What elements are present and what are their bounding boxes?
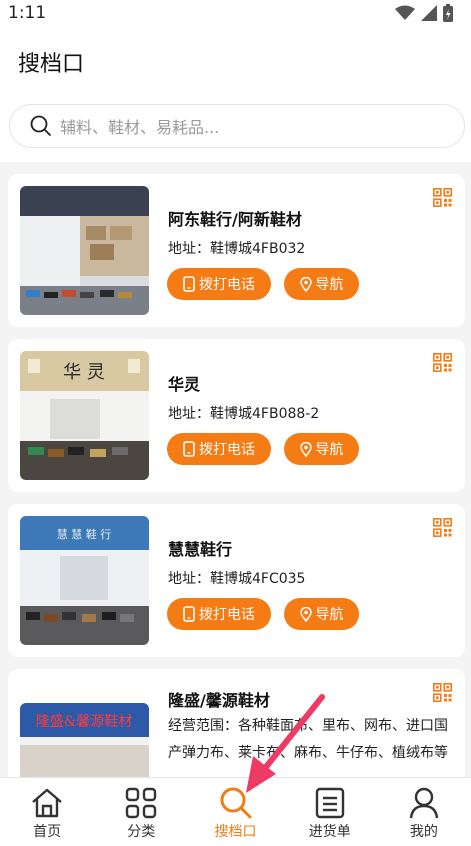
tab-profile[interactable]: 我的	[377, 778, 471, 846]
bottom-tab-bar: 首页 分类 搜档口 进货单 我的	[0, 777, 471, 846]
store-address: 地址：鞋博城4FC035	[168, 571, 306, 587]
store-name: 慧慧鞋行	[168, 540, 233, 559]
qr-code-icon[interactable]	[433, 683, 452, 702]
store-card[interactable]: 华 灵 华灵 地址：鞋博城4FB088-2 拨打电话 导航	[8, 339, 465, 492]
page-title: 搜档口	[18, 52, 85, 77]
signal-icon	[421, 5, 437, 21]
navigate-label: 导航	[315, 277, 344, 293]
user-icon	[409, 787, 439, 819]
store-name: 阿东鞋行/阿新鞋材	[168, 210, 302, 229]
store-name: 华灵	[168, 375, 201, 394]
status-icons	[395, 4, 453, 22]
grid-icon	[126, 787, 157, 819]
tab-search-stalls[interactable]: 搜档口	[188, 778, 282, 846]
search-icon	[220, 787, 251, 819]
call-button[interactable]: 拨打电话	[167, 598, 271, 630]
svg-text:华 灵: 华 灵	[63, 362, 105, 383]
call-button[interactable]: 拨打电话	[167, 268, 271, 300]
status-bar: 1:11	[0, 0, 471, 26]
store-name: 隆盛/馨源鞋材	[168, 691, 270, 710]
navigate-button[interactable]: 导航	[284, 433, 359, 465]
search-placeholder: 辅料、鞋材、易耗品...	[60, 118, 220, 137]
svg-text:隆盛&馨源鞋材: 隆盛&馨源鞋材	[36, 714, 132, 730]
store-photo	[20, 186, 149, 315]
call-label: 拨打电话	[199, 277, 255, 293]
location-pin-icon	[299, 441, 312, 457]
store-business-scope: 经营范围：各种鞋面布、里布、网布、进口国产弹力布、莱卡布、麻布、牛仔布、植绒布等	[168, 718, 448, 761]
qr-code-icon[interactable]	[433, 188, 452, 207]
location-pin-icon	[299, 276, 312, 292]
store-card[interactable]: 阿东鞋行/阿新鞋材 地址：鞋博城4FB032 拨打电话 导航	[8, 174, 465, 327]
status-time: 1:11	[8, 3, 47, 23]
store-card[interactable]: 慧 慧 鞋 行 慧慧鞋行 地址：鞋博城4FC035 拨打电话 导航	[8, 504, 465, 657]
battery-icon	[443, 4, 453, 22]
search-icon	[30, 115, 51, 136]
tab-purchase-list[interactable]: 进货单	[283, 778, 377, 846]
tab-search-stalls-label: 搜档口	[214, 824, 257, 840]
navigate-label: 导航	[315, 607, 344, 623]
tab-home-label: 首页	[33, 824, 62, 840]
page-header: 搜档口	[0, 26, 471, 96]
tab-category-label: 分类	[127, 824, 156, 840]
tab-profile-label: 我的	[409, 824, 438, 840]
navigate-button[interactable]: 导航	[284, 268, 359, 300]
wifi-icon	[395, 5, 415, 20]
location-pin-icon	[299, 606, 312, 622]
tab-home[interactable]: 首页	[0, 778, 94, 846]
navigate-button[interactable]: 导航	[284, 598, 359, 630]
store-photo: 慧 慧 鞋 行	[20, 516, 149, 645]
call-button[interactable]: 拨打电话	[167, 433, 271, 465]
phone-icon	[183, 441, 195, 457]
home-icon	[32, 788, 62, 818]
qr-code-icon[interactable]	[433, 518, 452, 537]
store-address: 地址：鞋博城4FB032	[168, 241, 306, 257]
phone-icon	[183, 606, 195, 622]
qr-code-icon[interactable]	[433, 353, 452, 372]
phone-icon	[183, 276, 195, 292]
search-input[interactable]: 辅料、鞋材、易耗品...	[9, 104, 465, 148]
navigate-label: 导航	[315, 442, 344, 458]
tab-purchase-list-label: 进货单	[308, 824, 351, 840]
svg-text:慧 慧 鞋 行: 慧 慧 鞋 行	[57, 527, 112, 541]
call-label: 拨打电话	[199, 607, 255, 623]
store-photo: 华 灵	[20, 351, 149, 480]
search-section: 辅料、鞋材、易耗品...	[0, 96, 471, 162]
store-address: 地址：鞋博城4FB088-2	[168, 406, 320, 422]
call-label: 拨打电话	[199, 442, 255, 458]
tab-category[interactable]: 分类	[94, 778, 188, 846]
list-icon	[315, 787, 344, 819]
